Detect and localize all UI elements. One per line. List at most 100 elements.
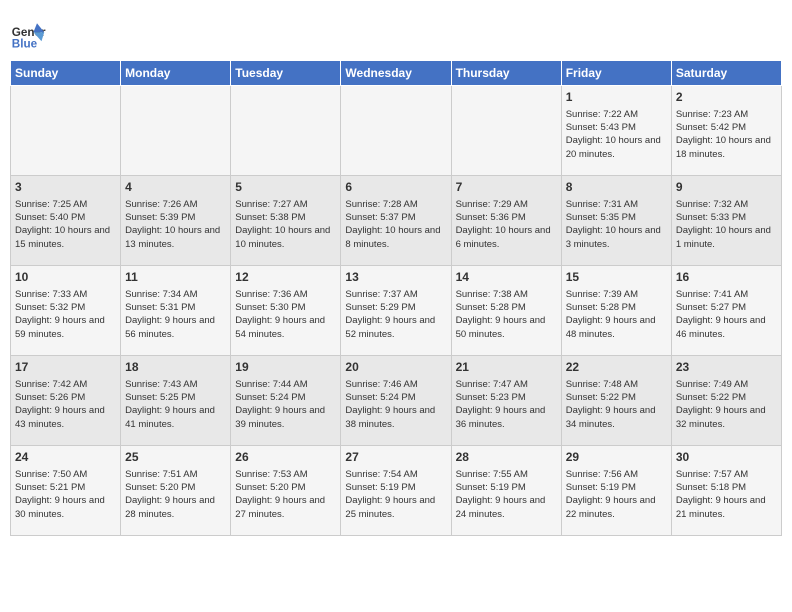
calendar-cell: 23 Sunrise: 7:49 AMSunset: 5:22 PMDayligh… — [671, 356, 781, 446]
day-number: 21 — [456, 359, 557, 376]
calendar-cell: 21 Sunrise: 7:47 AMSunset: 5:23 PMDayligh… — [451, 356, 561, 446]
day-info: Sunrise: 7:55 AMSunset: 5:19 PMDaylight:… — [456, 468, 557, 521]
day-info: Sunrise: 7:26 AMSunset: 5:39 PMDaylight:… — [125, 198, 226, 251]
day-info: Sunrise: 7:23 AMSunset: 5:42 PMDaylight:… — [676, 108, 777, 161]
calendar-cell: 16 Sunrise: 7:41 AMSunset: 5:27 PMDayligh… — [671, 266, 781, 356]
day-info: Sunrise: 7:28 AMSunset: 5:37 PMDaylight:… — [345, 198, 446, 251]
day-number: 5 — [235, 179, 336, 196]
calendar-cell — [341, 86, 451, 176]
day-info: Sunrise: 7:25 AMSunset: 5:40 PMDaylight:… — [15, 198, 116, 251]
calendar-cell: 7 Sunrise: 7:29 AMSunset: 5:36 PMDaylight… — [451, 176, 561, 266]
day-info: Sunrise: 7:57 AMSunset: 5:18 PMDaylight:… — [676, 468, 777, 521]
weekday-header: Saturday — [671, 61, 781, 86]
day-number: 23 — [676, 359, 777, 376]
day-number: 26 — [235, 449, 336, 466]
day-info: Sunrise: 7:49 AMSunset: 5:22 PMDaylight:… — [676, 378, 777, 431]
day-number: 27 — [345, 449, 446, 466]
day-info: Sunrise: 7:36 AMSunset: 5:30 PMDaylight:… — [235, 288, 336, 341]
page-header: General Blue — [10, 10, 782, 52]
day-info: Sunrise: 7:34 AMSunset: 5:31 PMDaylight:… — [125, 288, 226, 341]
weekday-header: Thursday — [451, 61, 561, 86]
day-info: Sunrise: 7:37 AMSunset: 5:29 PMDaylight:… — [345, 288, 446, 341]
calendar-cell: 13 Sunrise: 7:37 AMSunset: 5:29 PMDayligh… — [341, 266, 451, 356]
day-number: 10 — [15, 269, 116, 286]
day-number: 25 — [125, 449, 226, 466]
calendar-cell: 15 Sunrise: 7:39 AMSunset: 5:28 PMDayligh… — [561, 266, 671, 356]
day-number: 22 — [566, 359, 667, 376]
day-info: Sunrise: 7:43 AMSunset: 5:25 PMDaylight:… — [125, 378, 226, 431]
calendar-cell: 29Sunrise: 7:56 AMSunset: 5:19 PMDayligh… — [561, 446, 671, 536]
calendar-cell: 18 Sunrise: 7:43 AMSunset: 5:25 PMDayligh… — [121, 356, 231, 446]
calendar-cell: 25 Sunrise: 7:51 AMSunset: 5:20 PMDayligh… — [121, 446, 231, 536]
calendar-table: SundayMondayTuesdayWednesdayThursdayFrid… — [10, 60, 782, 536]
day-number: 18 — [125, 359, 226, 376]
day-info: Sunrise: 7:29 AMSunset: 5:36 PMDaylight:… — [456, 198, 557, 251]
weekday-header: Sunday — [11, 61, 121, 86]
calendar-cell: 11 Sunrise: 7:34 AMSunset: 5:31 PMDayligh… — [121, 266, 231, 356]
logo-icon: General Blue — [10, 16, 46, 52]
day-number: 12 — [235, 269, 336, 286]
day-info: Sunrise: 7:50 AMSunset: 5:21 PMDaylight:… — [15, 468, 116, 521]
day-number: 7 — [456, 179, 557, 196]
day-number: 15 — [566, 269, 667, 286]
day-number: 4 — [125, 179, 226, 196]
calendar-cell: 28Sunrise: 7:55 AMSunset: 5:19 PMDayligh… — [451, 446, 561, 536]
day-info: Sunrise: 7:39 AMSunset: 5:28 PMDaylight:… — [566, 288, 667, 341]
calendar-cell: 2 Sunrise: 7:23 AMSunset: 5:42 PMDaylight… — [671, 86, 781, 176]
calendar-cell: 5 Sunrise: 7:27 AMSunset: 5:38 PMDaylight… — [231, 176, 341, 266]
calendar-cell: 1 Sunrise: 7:22 AMSunset: 5:43 PMDaylight… — [561, 86, 671, 176]
calendar-cell: 9 Sunrise: 7:32 AMSunset: 5:33 PMDaylight… — [671, 176, 781, 266]
calendar-cell: 27 Sunrise: 7:54 AMSunset: 5:19 PMDayligh… — [341, 446, 451, 536]
day-info: Sunrise: 7:51 AMSunset: 5:20 PMDaylight:… — [125, 468, 226, 521]
calendar-cell: 4 Sunrise: 7:26 AMSunset: 5:39 PMDaylight… — [121, 176, 231, 266]
day-number: 14 — [456, 269, 557, 286]
day-number: 2 — [676, 89, 777, 106]
day-info: Sunrise: 7:33 AMSunset: 5:32 PMDaylight:… — [15, 288, 116, 341]
day-number: 8 — [566, 179, 667, 196]
weekday-header: Wednesday — [341, 61, 451, 86]
day-info: Sunrise: 7:27 AMSunset: 5:38 PMDaylight:… — [235, 198, 336, 251]
day-number: 13 — [345, 269, 446, 286]
day-info: Sunrise: 7:41 AMSunset: 5:27 PMDaylight:… — [676, 288, 777, 341]
day-number: 11 — [125, 269, 226, 286]
calendar-cell: 20 Sunrise: 7:46 AMSunset: 5:24 PMDayligh… — [341, 356, 451, 446]
day-info: Sunrise: 7:31 AMSunset: 5:35 PMDaylight:… — [566, 198, 667, 251]
calendar-cell — [121, 86, 231, 176]
day-info: Sunrise: 7:38 AMSunset: 5:28 PMDaylight:… — [456, 288, 557, 341]
calendar-cell: 19 Sunrise: 7:44 AMSunset: 5:24 PMDayligh… — [231, 356, 341, 446]
calendar-cell: 14 Sunrise: 7:38 AMSunset: 5:28 PMDayligh… — [451, 266, 561, 356]
day-number: 30 — [676, 449, 777, 466]
calendar-cell: 12 Sunrise: 7:36 AMSunset: 5:30 PMDayligh… — [231, 266, 341, 356]
calendar-cell — [451, 86, 561, 176]
day-info: Sunrise: 7:46 AMSunset: 5:24 PMDaylight:… — [345, 378, 446, 431]
calendar-cell — [231, 86, 341, 176]
day-number: 1 — [566, 89, 667, 106]
day-info: Sunrise: 7:44 AMSunset: 5:24 PMDaylight:… — [235, 378, 336, 431]
day-info: Sunrise: 7:22 AMSunset: 5:43 PMDaylight:… — [566, 108, 667, 161]
day-number: 24 — [15, 449, 116, 466]
svg-text:Blue: Blue — [12, 38, 38, 51]
day-number: 29 — [566, 449, 667, 466]
day-info: Sunrise: 7:42 AMSunset: 5:26 PMDaylight:… — [15, 378, 116, 431]
calendar-cell: 3 Sunrise: 7:25 AMSunset: 5:40 PMDaylight… — [11, 176, 121, 266]
calendar-cell: 22Sunrise: 7:48 AMSunset: 5:22 PMDayligh… — [561, 356, 671, 446]
logo: General Blue — [10, 16, 50, 52]
calendar-cell — [11, 86, 121, 176]
day-info: Sunrise: 7:32 AMSunset: 5:33 PMDaylight:… — [676, 198, 777, 251]
weekday-header: Friday — [561, 61, 671, 86]
day-number: 3 — [15, 179, 116, 196]
calendar-cell: 17 Sunrise: 7:42 AMSunset: 5:26 PMDayligh… — [11, 356, 121, 446]
day-number: 16 — [676, 269, 777, 286]
calendar-cell: 10 Sunrise: 7:33 AMSunset: 5:32 PMDayligh… — [11, 266, 121, 356]
weekday-header: Monday — [121, 61, 231, 86]
day-info: Sunrise: 7:54 AMSunset: 5:19 PMDaylight:… — [345, 468, 446, 521]
day-number: 19 — [235, 359, 336, 376]
day-number: 20 — [345, 359, 446, 376]
day-info: Sunrise: 7:47 AMSunset: 5:23 PMDaylight:… — [456, 378, 557, 431]
calendar-cell: 6 Sunrise: 7:28 AMSunset: 5:37 PMDaylight… — [341, 176, 451, 266]
day-number: 17 — [15, 359, 116, 376]
day-number: 6 — [345, 179, 446, 196]
calendar-cell: 30 Sunrise: 7:57 AMSunset: 5:18 PMDayligh… — [671, 446, 781, 536]
day-number: 9 — [676, 179, 777, 196]
calendar-cell: 24 Sunrise: 7:50 AMSunset: 5:21 PMDayligh… — [11, 446, 121, 536]
